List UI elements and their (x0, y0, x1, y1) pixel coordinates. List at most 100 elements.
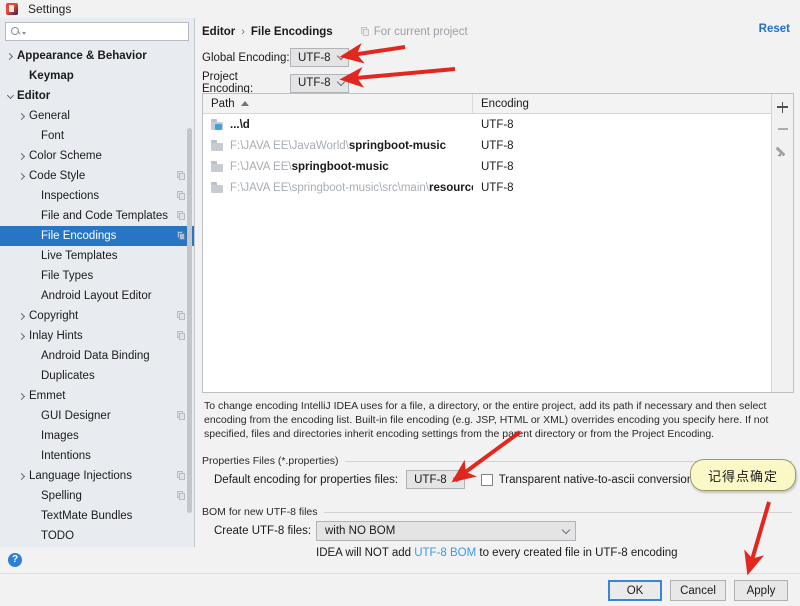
sidebar-item-label: Font (41, 130, 65, 142)
sidebar-item-spelling[interactable]: Spelling (0, 486, 194, 506)
chevron-right-icon[interactable] (16, 472, 29, 480)
default-properties-encoding-combo[interactable]: UTF-8 (406, 470, 465, 489)
sidebar-item-color-scheme[interactable]: Color Scheme (0, 146, 194, 166)
create-utf8-row: Create UTF-8 files: with NO BOM (214, 521, 576, 541)
sidebar-scrollbar-thumb[interactable] (187, 128, 192, 513)
sidebar-item-intentions[interactable]: Intentions (0, 446, 194, 466)
sidebar-item-textmate-bundles[interactable]: TextMate Bundles (0, 506, 194, 526)
chevron-down-icon[interactable] (4, 91, 17, 99)
ok-button[interactable]: OK (608, 580, 662, 601)
sidebar-item-font[interactable]: Font (0, 126, 194, 146)
breadcrumb-parent[interactable]: Editor (202, 26, 235, 38)
sidebar-item-android-data-binding[interactable]: Android Data Binding (0, 346, 194, 366)
table-row[interactable]: F:\JAVA EE\ springboot-music UTF-8 (203, 156, 771, 177)
chevron-down-icon (336, 51, 345, 61)
project-scope-icon (177, 231, 186, 241)
bom-note-link[interactable]: UTF-8 BOM (414, 547, 476, 559)
sidebar-item-file-encodings[interactable]: File Encodings (0, 226, 194, 246)
project-scope-icon (177, 491, 186, 501)
sidebar-item-copyright[interactable]: Copyright (0, 306, 194, 326)
transparent-native-to-ascii-label[interactable]: Transparent native-to-ascii conversion (499, 474, 694, 486)
sidebar-item-keymap[interactable]: Keymap (0, 66, 194, 86)
cancel-button[interactable]: Cancel (670, 580, 726, 601)
sidebar-item-label: Emmet (29, 390, 66, 402)
sidebar-item-label: TextMate Bundles (41, 510, 133, 522)
help-icon[interactable]: ? (8, 553, 22, 567)
sidebar-item-editor[interactable]: Editor (0, 86, 194, 106)
edit-path-button[interactable] (772, 140, 793, 162)
remove-path-button[interactable] (772, 118, 793, 140)
create-utf8-label: Create UTF-8 files: (214, 525, 312, 537)
bom-note: IDEA will NOT add UTF-8 BOM to every cre… (316, 547, 678, 559)
sidebar-item-emmet[interactable]: Emmet (0, 386, 194, 406)
table-cell-path-name: springboot-music (348, 139, 446, 152)
sidebar-item-gui-designer[interactable]: GUI Designer (0, 406, 194, 426)
project-encoding-combo[interactable]: UTF-8 (290, 73, 349, 93)
sidebar-item-inlay-hints[interactable]: Inlay Hints (0, 326, 194, 346)
project-scope-icon (177, 471, 186, 481)
sidebar-item-inspections[interactable]: Inspections (0, 186, 194, 206)
table-header-row: Path Encoding (203, 93, 771, 114)
table-cell-encoding[interactable]: UTF-8 (473, 140, 771, 152)
project-scope-icon (177, 171, 186, 181)
sidebar-item-general[interactable]: General (0, 106, 194, 126)
create-utf8-combo[interactable]: with NO BOM (316, 521, 576, 541)
sidebar-item-language-injections[interactable]: Language Injections (0, 466, 194, 486)
sidebar-item-label: Editor (17, 90, 51, 102)
table-cell-encoding[interactable]: UTF-8 (473, 161, 771, 173)
apply-button[interactable]: Apply (734, 580, 788, 601)
search-input[interactable] (26, 24, 188, 39)
table-cell-encoding[interactable]: UTF-8 (473, 119, 771, 131)
chevron-right-icon[interactable] (16, 152, 29, 160)
global-encoding-row: Global Encoding: UTF-8 (202, 48, 349, 67)
sidebar-item-label: Spelling (41, 490, 82, 502)
project-scope-icon (177, 411, 186, 421)
global-encoding-combo[interactable]: UTF-8 (290, 48, 349, 67)
default-properties-encoding-value: UTF-8 (414, 473, 447, 486)
chevron-right-icon[interactable] (16, 332, 29, 340)
folder-icon (211, 140, 224, 151)
transparent-native-to-ascii-checkbox[interactable] (480, 473, 493, 486)
column-header-path[interactable]: Path (203, 93, 473, 114)
project-encoding-value: UTF-8 (298, 77, 331, 89)
project-scope-icon (360, 27, 370, 37)
chevron-right-icon[interactable] (4, 52, 17, 60)
sort-ascending-icon (240, 101, 249, 106)
sidebar-item-live-templates[interactable]: Live Templates (0, 246, 194, 266)
chevron-right-icon[interactable] (16, 172, 29, 180)
table-cell-encoding[interactable]: UTF-8 (473, 182, 771, 194)
chevron-down-icon (336, 77, 345, 86)
bom-group-header: BOM for new UTF-8 files (202, 506, 792, 518)
column-header-encoding[interactable]: Encoding (473, 94, 771, 114)
chevron-right-icon[interactable] (16, 392, 29, 400)
sidebar-item-code-style[interactable]: Code Style (0, 166, 194, 186)
table-row[interactable]: ...\d UTF-8 (203, 114, 771, 135)
table-cell-path-prefix: F:\JAVA EE\JavaWorld\ (230, 139, 349, 152)
for-current-project-text: For current project (373, 26, 468, 38)
sidebar-item-android-layout-editor[interactable]: Android Layout Editor (0, 286, 194, 306)
reset-link[interactable]: Reset (759, 23, 790, 35)
add-path-button[interactable] (772, 96, 793, 118)
sidebar-item-todo[interactable]: TODO (0, 526, 194, 546)
table-row[interactable]: F:\JAVA EE\JavaWorld\ springboot-music UTF… (203, 135, 771, 156)
sidebar-item-label: Live Templates (41, 250, 118, 262)
chevron-right-icon[interactable] (16, 112, 29, 120)
group-divider (323, 511, 792, 513)
sidebar-item-file-types[interactable]: File Types (0, 266, 194, 286)
sidebar-scrollbar-track[interactable] (187, 46, 193, 551)
search-icon (11, 26, 21, 37)
sidebar-item-label: Android Data Binding (41, 350, 150, 362)
sidebar-item-images[interactable]: Images (0, 426, 194, 446)
chevron-right-icon[interactable] (16, 312, 29, 320)
table-row[interactable]: F:\JAVA EE\springboot-music\src\main\ res… (203, 177, 771, 198)
settings-tree[interactable]: Appearance & Behavior Keymap Editor General… (0, 44, 194, 551)
sidebar-item-appearance-behavior[interactable]: Appearance & Behavior (0, 46, 194, 66)
table-cell-path: ...\d (203, 119, 473, 131)
sidebar-item-duplicates[interactable]: Duplicates (0, 366, 194, 386)
global-encoding-label: Global Encoding: (202, 51, 290, 64)
sidebar-item-label: TODO (41, 530, 75, 542)
sidebar-item-file-and-code-templates[interactable]: File and Code Templates (0, 206, 194, 226)
search-box[interactable] (5, 22, 189, 41)
sidebar-search-wrap (0, 18, 194, 44)
encodings-table-body[interactable]: Path Encoding ...\d UTF-8 F:\JAVA EE\JavaW… (203, 93, 771, 392)
